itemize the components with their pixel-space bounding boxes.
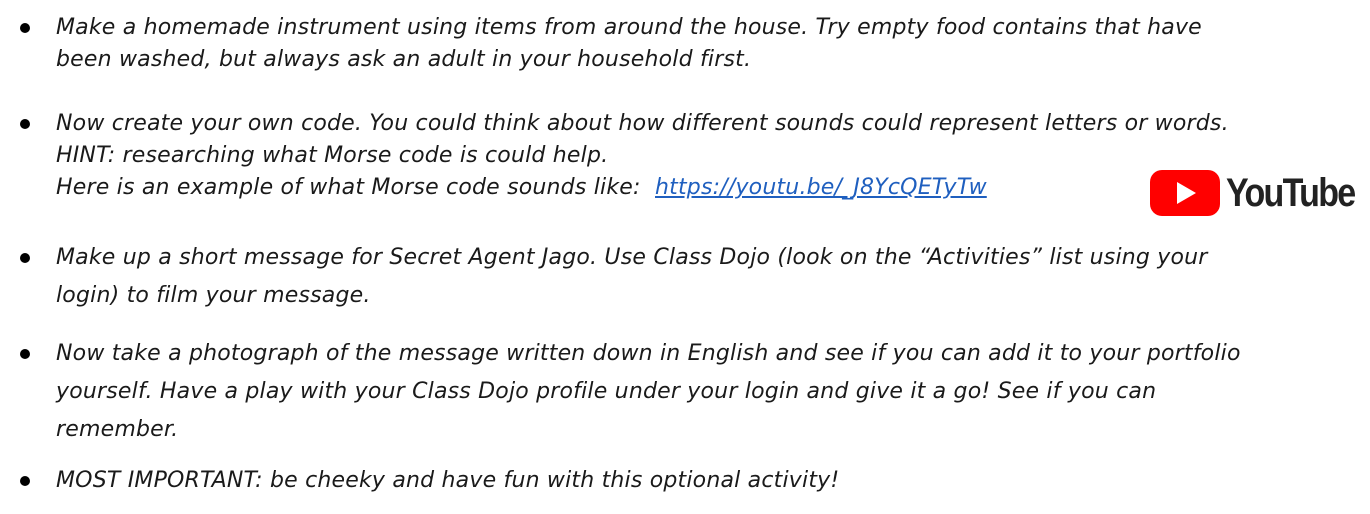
list-item: Now create your own code. You could thin… [0, 108, 1249, 204]
item-text-line: Now create your own code. You could thin… [56, 111, 1229, 136]
item-text-line: login) to film your message. [56, 283, 371, 308]
item-text-line: been washed, but always ask an adult in … [56, 47, 752, 72]
hint-text-line: HINT: researching what Morse code is cou… [56, 143, 609, 168]
youtube-logo: YouTube [1150, 168, 1370, 218]
example-line: Here is an example of what Morse code so… [56, 172, 1229, 204]
bullet-icon [20, 23, 30, 33]
item-text-line: Now take a photograph of the message wri… [56, 341, 1241, 366]
youtube-wordmark: YouTube [1226, 170, 1356, 215]
item-text-line: Make up a short message for Secret Agent… [56, 245, 1208, 270]
item-text-line: yourself. Have a play with your Class Do… [56, 379, 1157, 404]
morse-code-video-link[interactable]: https://youtu.be/_J8YcQETyTw [655, 175, 987, 200]
item-text-line: remember. [56, 417, 179, 442]
bullet-icon [20, 476, 30, 486]
example-text: Here is an example of what Morse code so… [56, 175, 655, 200]
list-item: Make a homemade instrument using items f… [0, 12, 1222, 76]
document-page: Make a homemade instrument using items f… [0, 0, 1370, 514]
item-text-line: Make a homemade instrument using items f… [56, 15, 1202, 40]
youtube-play-icon [1150, 170, 1220, 216]
list-item: MOST IMPORTANT: be cheeky and have fun w… [0, 465, 859, 497]
bullet-icon [20, 253, 30, 263]
item-text-line: MOST IMPORTANT: be cheeky and have fun w… [56, 468, 840, 493]
bullet-icon [20, 119, 30, 129]
list-item: Make up a short message for Secret Agent… [0, 242, 1228, 312]
list-item: Now take a photograph of the message wri… [0, 338, 1261, 446]
bullet-icon [20, 349, 30, 359]
